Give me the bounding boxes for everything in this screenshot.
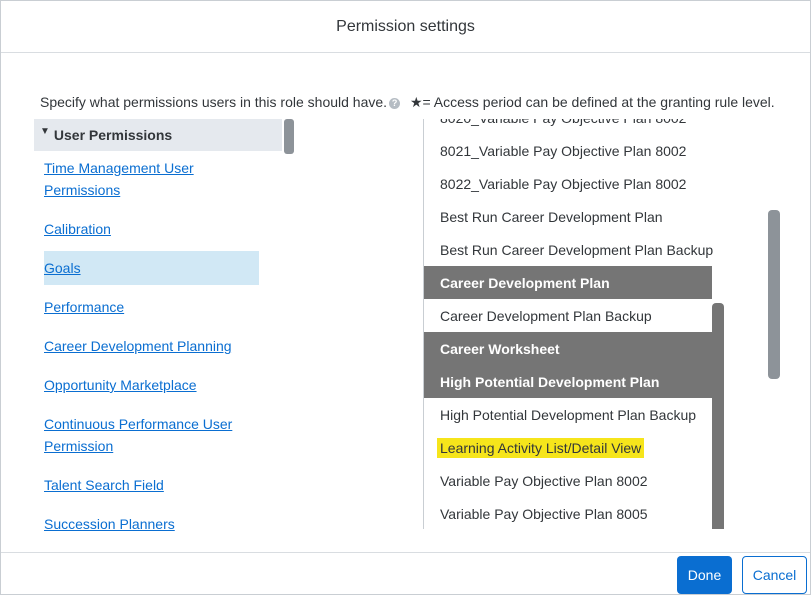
intro-text-line: Specify what permissions users in this r…: [40, 94, 775, 111]
highlighted-label: Learning Activity List/Detail View: [437, 437, 645, 458]
list-item-selected[interactable]: Career Development Plan: [424, 266, 712, 299]
list-item-highlighted[interactable]: Learning Activity List/Detail View: [424, 431, 712, 464]
list-item[interactable]: Variable Pay Objective Plan 8002: [424, 464, 712, 497]
nav-item-succession-planners[interactable]: Succession Planners: [44, 513, 175, 531]
permission-list-panel: 8020_Variable Pay Objective Plan 8002 80…: [423, 119, 724, 529]
list-scrollbar[interactable]: [712, 303, 724, 529]
list-item[interactable]: Career Development Plan Backup: [424, 299, 712, 332]
permission-category-panel: ▼ User Permissions Time Management User …: [34, 119, 296, 531]
caret-down-icon[interactable]: ▼: [40, 126, 50, 137]
list-item[interactable]: 8021_Variable Pay Objective Plan 8002: [424, 134, 712, 167]
nav-item-talent-search-field[interactable]: Talent Search Field: [44, 474, 164, 496]
nav-item-performance[interactable]: Performance: [44, 296, 124, 318]
nav-item-time-management[interactable]: Time Management User: [44, 157, 194, 179]
cancel-button[interactable]: Cancel: [742, 556, 807, 594]
list-item[interactable]: 8020_Variable Pay Objective Plan 8002: [424, 119, 712, 134]
nav-item-goals[interactable]: Goals: [44, 251, 259, 285]
nav-item-career-development-planning[interactable]: Career Development Planning: [44, 335, 232, 357]
group-label: User Permissions: [53, 127, 173, 143]
dialog-title: Permission settings: [336, 17, 475, 35]
list-item[interactable]: Variable Pay Objective Plan 8005: [424, 497, 712, 529]
list-item[interactable]: 8022_Variable Pay Objective Plan 8002: [424, 167, 712, 200]
access-period-note: ★= Access period can be defined at the g…: [409, 94, 775, 110]
permission-settings-dialog: Permission settings Specify what permiss…: [0, 0, 811, 595]
list-item-selected[interactable]: High Potential Development Plan: [424, 365, 712, 398]
list-item-selected[interactable]: Career Worksheet: [424, 332, 712, 365]
list-item[interactable]: High Potential Development Plan Backup: [424, 398, 712, 431]
list-item[interactable]: Best Run Career Development Plan Backup: [424, 233, 713, 266]
nav-item-continuous-performance[interactable]: Continuous Performance User: [44, 413, 232, 435]
nav-item-continuous-performance-cont[interactable]: Permission: [44, 435, 113, 457]
nav-item-opportunity-marketplace[interactable]: Opportunity Marketplace: [44, 374, 197, 396]
left-scrollbar[interactable]: [284, 119, 294, 154]
nav-item-time-management-cont[interactable]: Permissions: [44, 179, 120, 201]
dialog-header: Permission settings: [1, 1, 810, 53]
intro-text: Specify what permissions users in this r…: [40, 94, 388, 110]
help-icon[interactable]: ?: [389, 98, 401, 109]
group-header-user-permissions[interactable]: ▼ User Permissions: [34, 119, 282, 151]
dialog-scrollbar[interactable]: [768, 210, 780, 379]
nav-item-calibration[interactable]: Calibration: [44, 218, 111, 240]
done-button[interactable]: Done: [677, 556, 732, 594]
list-item[interactable]: Best Run Career Development Plan: [424, 200, 712, 233]
